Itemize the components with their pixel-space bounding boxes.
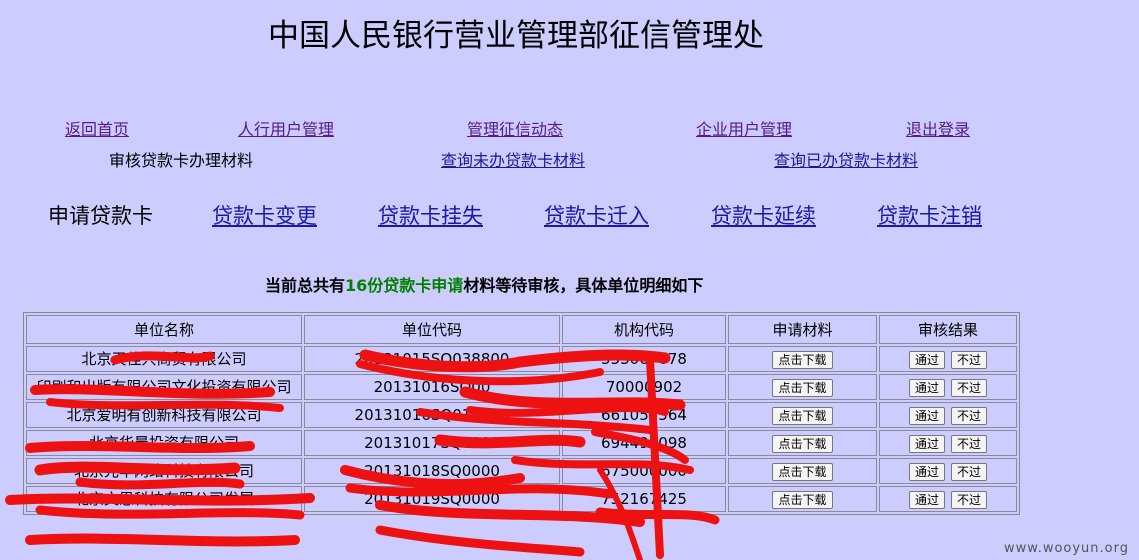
reject-button[interactable]: 不过 [951,491,988,509]
cell-unit-name: 印刷和出版有限公司文化投资有限公司 [26,374,302,400]
cell-org-code: 675000000 [562,458,726,484]
summary-type: 贷款卡申请 [383,276,464,295]
reject-button[interactable]: 不过 [951,463,988,481]
approve-button[interactable]: 通过 [908,491,945,509]
cell-unit-name: 北京爱明有创新科技有限公司 [26,402,302,428]
download-button[interactable]: 点击下载 [772,435,833,453]
cell-org-code: 752167425 [562,486,726,512]
col-header-result: 审核结果 [879,315,1017,344]
nav-company-users-link[interactable]: 企业用户管理 [696,116,792,140]
reject-button[interactable]: 不过 [951,351,988,369]
cell-review-result: 通过 不过 [879,458,1017,484]
cell-review-result: 通过 不过 [879,430,1017,456]
nav-query-pending-link[interactable]: 查询未办贷款卡材料 [441,147,585,171]
cell-review-result: 通过 不过 [879,486,1017,512]
summary-prefix: 当前总共有 [265,276,346,295]
cell-materials: 点击下载 [728,346,877,372]
card-nav-move-in-link[interactable]: 贷款卡迁入 [544,200,649,230]
approve-button[interactable]: 通过 [908,463,945,481]
nav-query-done-link[interactable]: 查询已办贷款卡材料 [774,147,918,171]
cell-org-code: 553067678 [562,346,726,372]
col-header-org: 机构代码 [562,315,726,344]
pending-summary: 当前总共有16份贷款卡申请材料等待审核，具体单位明细如下 [265,272,703,296]
cell-org-code: 661055564 [562,402,726,428]
approve-button[interactable]: 通过 [908,435,945,453]
download-button[interactable]: 点击下载 [772,491,833,509]
col-header-name: 单位名称 [26,315,302,344]
reject-button[interactable]: 不过 [951,379,988,397]
nav-home-link[interactable]: 返回首页 [65,116,129,140]
table-row: 北京天佳兴商贸有限公司 20131015SQ038800 553067678 点击下载… [26,346,1017,372]
download-button[interactable]: 点击下载 [772,379,833,397]
nav-logout-link[interactable]: 退出登录 [906,116,970,140]
cell-materials: 点击下载 [728,430,877,456]
summary-count: 16份 [345,276,384,295]
page-title: 中国人民银行营业管理部征信管理处 [268,18,764,54]
card-nav-lost-link[interactable]: 贷款卡挂失 [378,200,483,230]
cell-unit-code: 20131016SQ00 [304,374,560,400]
summary-suffix: 材料等待审核，具体单位明细如下 [463,276,704,295]
approve-button[interactable]: 通过 [908,379,945,397]
cell-review-result: 通过 不过 [879,402,1017,428]
table-row: 北京文思科技有限公司发展 20131019SQ0000 752167425 点击下载 通… [26,486,1017,512]
cell-unit-name: 北京华晨投资有限公司 [26,430,302,456]
cell-unit-code: 20131015SQ038800 [304,346,560,372]
cell-review-result: 通过 不过 [879,374,1017,400]
table-row: 北京爱明有创新科技有限公司 20131016SQ015208 661055564 点击… [26,402,1017,428]
col-header-code: 单位代码 [304,315,560,344]
cell-materials: 点击下载 [728,402,877,428]
table-row: 印刷和出版有限公司文化投资有限公司 20131016SQ00 70000902 点击下… [26,374,1017,400]
nav-credit-news-link[interactable]: 管理征信动态 [467,116,563,140]
download-button[interactable]: 点击下载 [772,463,833,481]
download-button[interactable]: 点击下载 [772,351,833,369]
reject-button[interactable]: 不过 [951,407,988,425]
cell-unit-code: 20131018SQ0000 [304,458,560,484]
cell-unit-code: 20131016SQ015208 [304,402,560,428]
download-button[interactable]: 点击下载 [772,407,833,425]
nav-bank-users-link[interactable]: 人行用户管理 [238,116,334,140]
cell-org-code: 694499098 [562,430,726,456]
cell-unit-code: 20131017SQ0000 [304,430,560,456]
cell-materials: 点击下载 [728,486,877,512]
cell-unit-name: 北京文思科技有限公司发展 [26,486,302,512]
table-row: 北京光华网络科技有限公司 20131018SQ0000 675000000 点击下载 通… [26,458,1017,484]
approve-button[interactable]: 通过 [908,407,945,425]
cell-unit-code: 20131019SQ0000 [304,486,560,512]
nav-review-materials-current: 审核贷款卡办理材料 [109,151,254,170]
cell-org-code: 70000902 [562,374,726,400]
cell-unit-name: 北京天佳兴商贸有限公司 [26,346,302,372]
card-nav-cancel-link[interactable]: 贷款卡注销 [877,200,982,230]
table-row: 北京华晨投资有限公司 20131017SQ0000 694499098 点击下载 通过不… [26,430,1017,456]
watermark: www.wooyun.org [1003,541,1129,556]
cell-unit-name: 北京光华网络科技有限公司 [26,458,302,484]
applications-table: 单位名称 单位代码 机构代码 申请材料 审核结果 北京天佳兴商贸有限公司 2013… [23,312,1020,515]
col-header-materials: 申请材料 [728,315,877,344]
approve-button[interactable]: 通过 [908,351,945,369]
card-nav-renew-link[interactable]: 贷款卡延续 [711,200,816,230]
cell-review-result: 通过 不过 [879,346,1017,372]
card-nav-apply-current: 申请贷款卡 [48,204,153,228]
cell-materials: 点击下载 [728,374,877,400]
table-header-row: 单位名称 单位代码 机构代码 申请材料 审核结果 [26,315,1017,344]
cell-materials: 点击下载 [728,458,877,484]
card-nav-change-link[interactable]: 贷款卡变更 [212,200,317,230]
reject-button[interactable]: 不过 [951,435,988,453]
